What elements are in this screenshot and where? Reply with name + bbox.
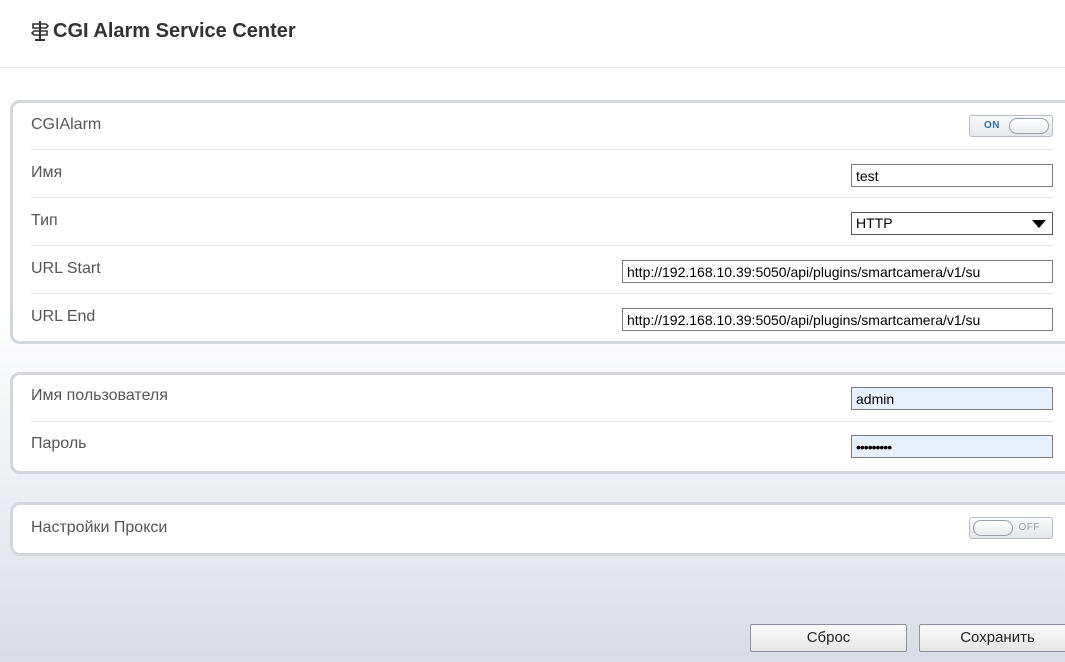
type-label: Тип	[31, 212, 58, 229]
credentials-panel: Имя пользователя Пароль	[10, 372, 1065, 474]
name-label: Имя	[31, 164, 63, 181]
url-end-input[interactable]	[622, 308, 1053, 331]
username-row: Имя пользователя	[31, 375, 1053, 422]
toggle-knob[interactable]	[973, 520, 1013, 536]
password-label: Пароль	[31, 435, 87, 452]
cgi-alarm-label: CGIAlarm	[31, 116, 102, 133]
toggle-state-text: ON	[984, 120, 1000, 131]
cgi-alarm-toggle[interactable]: ON	[969, 115, 1053, 137]
name-input[interactable]	[851, 164, 1053, 187]
url-start-row: URL Start	[31, 247, 1053, 294]
username-label: Имя пользователя	[31, 387, 168, 404]
url-end-row: URL End	[31, 295, 1053, 342]
toggle-state-text: OFF	[1018, 522, 1040, 533]
reset-button[interactable]: Сброс	[750, 624, 907, 652]
name-row: Имя	[31, 151, 1053, 198]
dropdown-arrow-icon[interactable]	[1032, 220, 1046, 228]
toggle-knob[interactable]	[1009, 118, 1049, 134]
signpost-icon	[31, 21, 49, 41]
type-select[interactable]: HTTP	[851, 212, 1053, 235]
page-title: CGI Alarm Service Center	[53, 20, 296, 42]
password-input[interactable]	[851, 435, 1053, 458]
username-input[interactable]	[851, 387, 1053, 410]
cgi-alarm-panel: CGIAlarm ON Имя Тип HTTP URL Start URL E…	[10, 100, 1065, 344]
type-row: Тип HTTP	[31, 199, 1053, 246]
url-start-label: URL Start	[31, 260, 101, 277]
proxy-row: Настройки Прокси OFF	[31, 505, 1053, 552]
password-row: Пароль	[31, 423, 1053, 470]
proxy-label: Настройки Прокси	[31, 519, 168, 536]
url-start-input[interactable]	[622, 260, 1053, 283]
proxy-panel: Настройки Прокси OFF	[10, 502, 1065, 556]
proxy-toggle[interactable]: OFF	[969, 517, 1053, 539]
type-select-value: HTTP	[856, 215, 893, 231]
save-button[interactable]: Сохранить	[919, 624, 1065, 652]
page-header: CGI Alarm Service Center	[0, 0, 1065, 68]
cgi-alarm-row: CGIAlarm ON	[31, 103, 1053, 150]
url-end-label: URL End	[31, 308, 96, 325]
